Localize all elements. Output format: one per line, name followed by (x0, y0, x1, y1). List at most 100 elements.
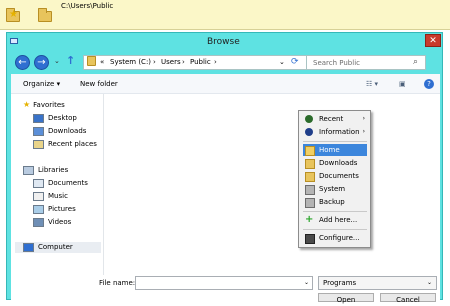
menu-separator (303, 141, 367, 142)
sidebar-label: Computer (38, 243, 73, 251)
sidebar-item-recent-places[interactable]: Recent places (33, 139, 97, 150)
drive-icon (305, 185, 315, 195)
search-input[interactable]: Search Public (313, 59, 360, 67)
navigation-pane: ★ Favorites Desktop Downloads Recent plac… (11, 94, 104, 275)
search-box[interactable]: Search Public ⌕ (306, 55, 426, 70)
places-context-menu: Recent › Information › Home Downloads Do… (298, 110, 371, 248)
bottom-bar: File name: ⌄ Programs ⌄ Open Cancel (11, 275, 440, 304)
sidebar-label: Desktop (48, 114, 77, 122)
open-button[interactable]: Open (318, 293, 374, 304)
sidebar-label: Libraries (38, 166, 69, 174)
refresh-icon[interactable]: ⟳ (291, 57, 299, 67)
menu-separator (303, 211, 367, 212)
breadcrumb-system[interactable]: System (C:) (110, 58, 151, 66)
sidebar-label: Pictures (48, 205, 76, 213)
breadcrumb-overflow[interactable]: « (100, 58, 104, 66)
close-button[interactable]: ✕ (425, 34, 441, 47)
top-location-bar: ★ C:\Users\Public (0, 0, 450, 30)
sidebar-label: Videos (48, 218, 72, 226)
address-bar[interactable]: « System (C:) › Users › Public › ⌄ ⟳ (83, 55, 317, 70)
search-icon[interactable]: ⌕ (413, 57, 418, 67)
info-icon (305, 128, 313, 136)
clock-icon (305, 115, 313, 123)
sidebar-header-favorites[interactable]: ★ Favorites (23, 100, 65, 111)
window-icon (10, 38, 18, 44)
sidebar-label: Music (48, 192, 68, 200)
sidebar-item-pictures[interactable]: Pictures (33, 204, 76, 215)
sidebar-item-documents[interactable]: Documents (33, 178, 88, 189)
folder-icon (38, 8, 54, 22)
cancel-button[interactable]: Cancel (380, 293, 436, 304)
file-type-select[interactable]: Programs ⌄ (318, 276, 437, 290)
back-button[interactable]: ← (15, 55, 30, 70)
current-path: C:\Users\Public (61, 2, 114, 10)
preview-pane-button[interactable]: ▣ (399, 80, 406, 88)
drive-icon (305, 198, 315, 208)
favorites-folder-icon: ★ (6, 8, 22, 22)
close-icon: ✕ (429, 36, 437, 46)
menu-item-backup[interactable]: Backup (303, 196, 367, 208)
dialog-title: Browse (207, 37, 240, 47)
downloads-folder-icon (305, 159, 315, 169)
star-icon: ★ (23, 100, 31, 109)
menu-item-information[interactable]: Information › (303, 126, 367, 138)
help-icon: ? (427, 80, 431, 88)
plus-icon: + (305, 214, 314, 225)
menu-separator (303, 229, 367, 230)
menu-item-home[interactable]: Home (303, 144, 367, 156)
view-options-button[interactable]: ☷ ▾ (366, 80, 378, 88)
address-dropdown-icon[interactable]: ⌄ (279, 58, 285, 66)
sidebar-header-libraries[interactable]: Libraries (23, 165, 68, 176)
file-name-input[interactable]: ⌄ (135, 276, 313, 290)
sidebar-item-music[interactable]: Music (33, 191, 68, 202)
breadcrumb-sep[interactable]: › (214, 58, 217, 66)
menu-item-add-here[interactable]: + Add here... (303, 214, 367, 226)
up-folder-button[interactable]: ↑ (66, 54, 75, 67)
menu-item-documents[interactable]: Documents (303, 170, 367, 182)
chevron-down-icon: ⌄ (426, 279, 432, 286)
folder-icon (87, 56, 96, 66)
help-button[interactable]: ? (424, 79, 434, 89)
recent-locations-dropdown[interactable]: ⌄ (54, 57, 60, 65)
sidebar-item-computer[interactable]: Computer (15, 242, 101, 253)
forward-arrow-icon: → (37, 57, 46, 68)
menu-item-system[interactable]: System (303, 183, 367, 195)
menu-item-downloads[interactable]: Downloads (303, 157, 367, 169)
computer-icon (23, 242, 34, 252)
menu-item-configure[interactable]: Configure... (303, 232, 367, 244)
breadcrumb-sep[interactable]: › (182, 58, 185, 66)
recent-places-icon (33, 139, 44, 149)
documents-icon (33, 178, 44, 188)
downloads-icon (33, 126, 44, 136)
config-icon (305, 234, 315, 244)
chevron-down-icon: ⌄ (303, 279, 309, 286)
menu-item-recent[interactable]: Recent › (303, 113, 367, 125)
pictures-icon (33, 204, 44, 214)
sidebar-item-videos[interactable]: Videos (33, 217, 71, 228)
videos-icon (33, 217, 44, 227)
libraries-icon (23, 165, 34, 175)
file-name-label: File name: (99, 279, 136, 287)
forward-button[interactable]: → (34, 55, 49, 70)
submenu-arrow-icon: › (362, 115, 365, 122)
sidebar-item-desktop[interactable]: Desktop (33, 113, 77, 124)
desktop-icon (33, 113, 44, 123)
sidebar-label: Recent places (48, 140, 97, 148)
music-icon (33, 191, 44, 201)
sidebar-label: Downloads (48, 127, 87, 135)
sidebar-label: Documents (48, 179, 88, 187)
command-bar: Organize ▾ New folder ☷ ▾ ▣ ? (11, 74, 440, 94)
back-arrow-icon: ← (18, 57, 27, 68)
organize-button[interactable]: Organize ▾ (23, 80, 60, 88)
documents-folder-icon (305, 172, 315, 182)
breadcrumb-sep[interactable]: › (153, 58, 156, 66)
folder-icon (305, 146, 315, 156)
browse-dialog: Browse ✕ ← → ⌄ ↑ « System (C:) › Users ›… (6, 32, 443, 304)
sidebar-item-downloads[interactable]: Downloads (33, 126, 86, 137)
breadcrumb-public[interactable]: Public (190, 58, 211, 66)
content-pane: Organize ▾ New folder ☷ ▾ ▣ ? ★ Favorites… (11, 74, 440, 304)
new-folder-button[interactable]: New folder (80, 80, 118, 88)
sidebar-label: Favorites (33, 101, 65, 109)
submenu-arrow-icon: › (362, 128, 365, 135)
breadcrumb-users[interactable]: Users (161, 58, 181, 66)
